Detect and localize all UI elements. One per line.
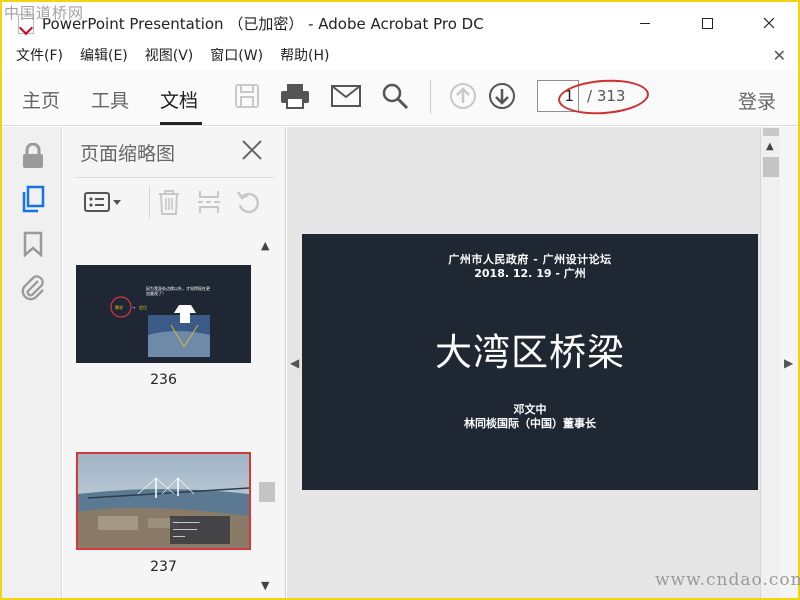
thumbnail-236-text: 因为我身处边缘以外，才觉得现在更加重视了！ [146,286,210,296]
login-button[interactable]: 登录 [738,87,776,114]
panel-toolbar [75,177,275,225]
thumbnail-237-page-number: 237 [150,559,177,575]
next-page-button[interactable] [486,80,518,112]
email-button[interactable] [330,80,362,112]
rotate-page-button[interactable] [235,188,263,216]
attachments-button[interactable] [18,272,48,302]
options-menu-icon [84,192,121,212]
scroll-up-icon[interactable]: ▲ [261,239,269,252]
slide-page: 广州市人民政府 - 广州设计论坛 2018. 12. 19 - 广州 大湾区桥梁… [302,234,758,490]
page-thumbnail-237[interactable]: ━━━━━━━━━━━ ━━━━━━━━━━ ━━━━━ [76,452,251,550]
maximize-icon [701,17,713,29]
minimize-icon [640,22,650,24]
rotate-icon [236,191,260,214]
bookmarks-button[interactable] [18,229,48,259]
thumbnails-panel: 页面缩略图 需求 → 定位 因为我身处边缘以外，才觉得现在更加重视了！ 236 … [63,127,286,598]
tab-tools[interactable]: 工具 [91,86,129,113]
pages-icon [22,185,45,213]
collapse-left-panel-icon[interactable]: ◀ [290,356,299,370]
page-thumbnail-236[interactable]: 需求 → 定位 因为我身处边缘以外，才觉得现在更加重视了！ [76,265,251,363]
close-document-button[interactable]: ✕ [773,46,786,65]
slide-author-role: 林同棪国际（中国）董事长 [464,417,596,430]
thumbnail-236-image: 需求 → 定位 因为我身处边缘以外，才觉得现在更加重视了！ [76,265,251,363]
tab-document[interactable]: 文档 [160,86,198,113]
panel-title: 页面缩略图 [80,143,176,165]
thumbnail-236-tag-2: 定位 [139,304,147,310]
thumbnail-236-page-number: 236 [150,372,177,388]
page-thumbnails-button[interactable] [18,184,48,214]
scrollbar-top-cap [763,128,779,136]
scroll-down-icon[interactable]: ▼ [261,579,269,592]
right-panel-strip: ▶ [780,127,798,598]
slide-date: 2018. 12. 19 - 广州 [474,267,586,280]
toolbar-separator [430,80,431,114]
search-button[interactable] [379,80,411,112]
save-button[interactable] [231,80,263,112]
watermark-top: 中国道桥网 [4,4,85,22]
close-icon [242,140,262,160]
watermark-bottom: www.cndao.com [655,570,800,590]
active-tab-indicator [160,122,202,125]
close-window-button[interactable] [746,10,792,36]
scrollbar-thumb[interactable] [763,157,779,177]
scrollbar-thumb[interactable] [259,482,275,502]
window-title: PowerPoint Presentation （已加密） - Adobe Ac… [42,15,484,33]
email-icon [331,85,361,107]
arrow-down-circle-icon [489,83,515,109]
menu-file[interactable]: 文件(F) [16,45,63,65]
previous-page-button[interactable] [447,80,479,112]
menu-help[interactable]: 帮助(H) [280,45,329,65]
trash-icon [159,190,179,215]
panel-toolbar-separator [149,186,150,218]
print-button[interactable] [279,80,311,112]
menu-bar: 文件(F) 编辑(E) 视图(V) 窗口(W) 帮助(H) ✕ [2,42,798,68]
lock-icon [23,143,43,168]
thumbnails-scrollbar[interactable]: ▲ ▼ [258,239,276,594]
thumbnail-236-tag-1: 需求 [115,304,123,310]
security-button[interactable] [18,141,48,171]
main-toolbar: 主页 工具 文档 1 / 313 登录 [2,70,798,126]
save-icon [235,84,259,108]
attachment-icon [21,275,44,301]
scroll-up-icon[interactable]: ▲ [766,141,774,152]
close-icon [763,17,775,29]
close-panel-button[interactable] [239,137,265,163]
extract-pages-icon [198,191,220,213]
document-scrollbar[interactable]: ▲ [760,127,780,598]
arrow-up-circle-icon [450,83,476,109]
maximize-button[interactable] [684,10,730,36]
thumbnail-237-image: ━━━━━━━━━━━ ━━━━━━━━━━ ━━━━━ [78,454,250,548]
expand-right-panel-icon[interactable]: ▶ [784,356,793,370]
svg-text:━━━━━━━━━━━: ━━━━━━━━━━━ [172,520,200,525]
navigation-rail [2,127,62,598]
menu-window[interactable]: 窗口(W) [210,45,263,65]
delete-page-button[interactable] [155,188,183,216]
bookmark-icon [23,231,43,257]
tab-home[interactable]: 主页 [22,86,60,113]
extract-pages-button[interactable] [195,188,223,216]
search-icon [382,83,409,110]
minimize-button[interactable] [622,10,668,36]
svg-text:━━━━━━━━━━: ━━━━━━━━━━ [172,527,198,532]
menu-view[interactable]: 视图(V) [145,45,194,65]
svg-text:━━━━━: ━━━━━ [172,534,186,539]
document-view: ◀ 广州市人民政府 - 广州设计论坛 2018. 12. 19 - 广州 大湾区… [287,127,760,598]
print-icon [281,84,309,109]
menu-edit[interactable]: 编辑(E) [80,45,128,65]
slide-title: 大湾区桥梁 [435,331,625,374]
title-bar: PowerPoint Presentation （已加密） - Adobe Ac… [2,2,798,42]
thumbnail-options-button[interactable] [81,188,125,216]
